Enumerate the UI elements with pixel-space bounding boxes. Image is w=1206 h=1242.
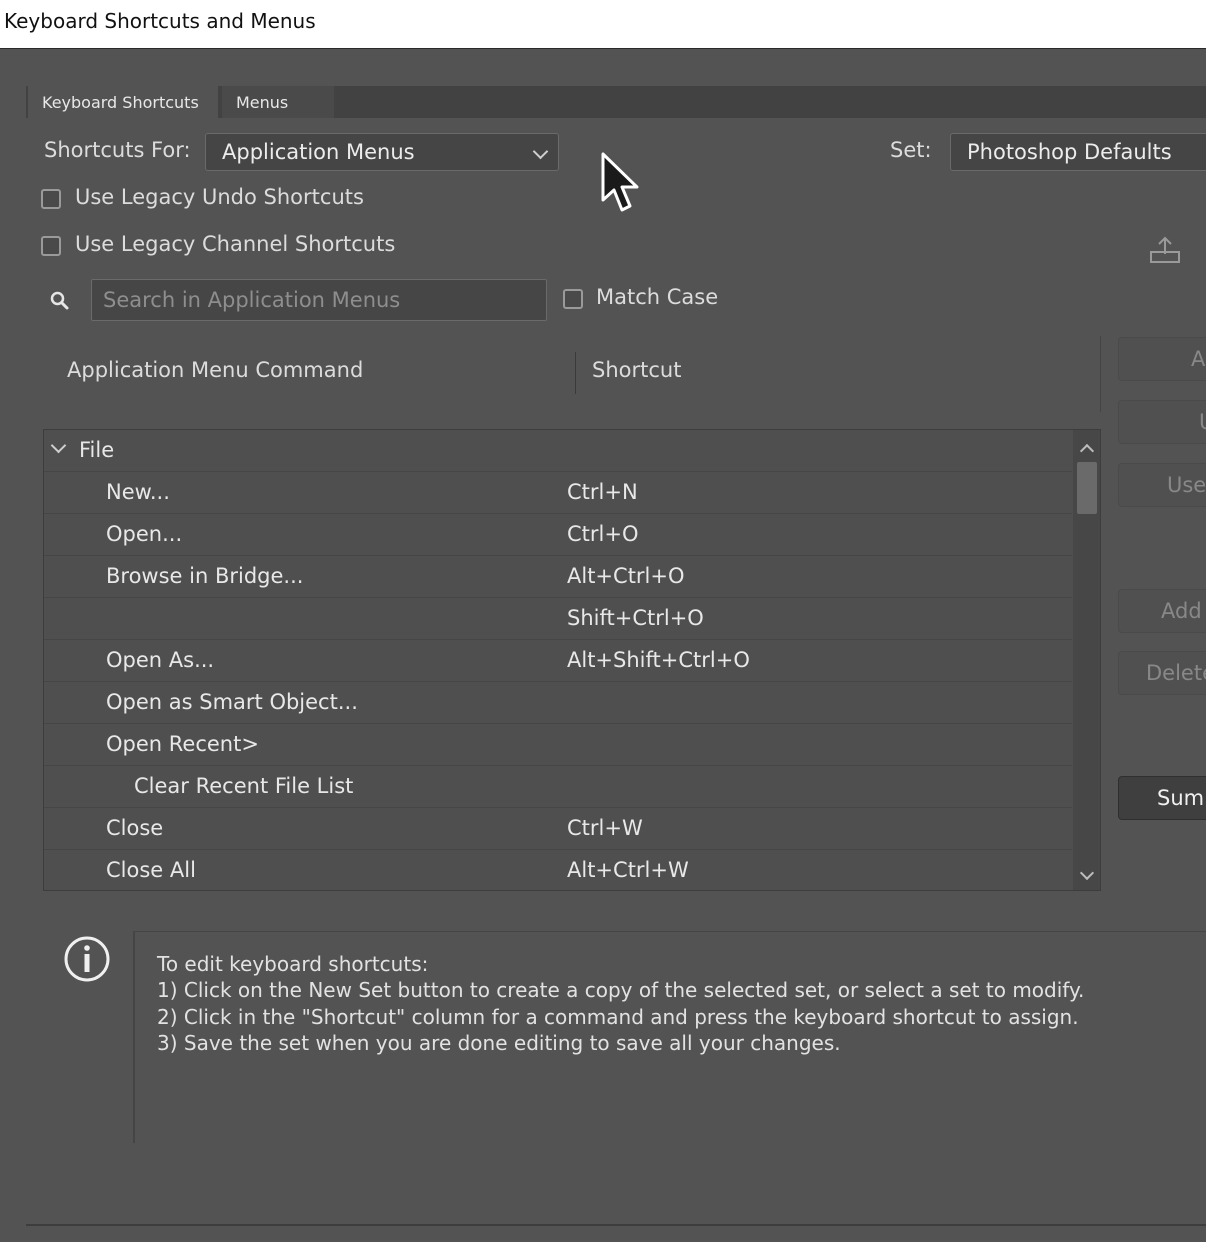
shortcut-cell[interactable]: Alt+Shift+Ctrl+O [567,648,750,672]
shortcuts-table: File New... Ctrl+N Open... Ctrl+O Browse… [43,429,1101,891]
scroll-down-arrow-icon[interactable] [1079,865,1095,881]
legacy-channel-checkbox[interactable] [41,236,61,256]
shortcuts-for-label: Shortcuts For: [44,138,191,162]
expand-arrow-icon[interactable] [50,437,67,454]
set-value: Photoshop Defaults [967,140,1172,164]
info-step-3: 3) Save the set when you are done editin… [157,1031,841,1055]
table-row[interactable]: Open... Ctrl+O [44,514,1072,556]
table-row[interactable]: Open As... Alt+Shift+Ctrl+O [44,640,1072,682]
scrollbar-thumb[interactable] [1077,462,1097,514]
legacy-undo-checkbox[interactable] [41,189,61,209]
group-row-file[interactable]: File [44,430,1072,472]
info-panel: To edit keyboard shortcuts: 1) Click on … [133,931,1206,1143]
match-case-checkbox[interactable] [563,289,583,309]
shortcuts-for-value: Application Menus [222,140,415,164]
use-default-button[interactable]: Use [1118,463,1206,507]
window-title: Keyboard Shortcuts and Menus [4,9,316,33]
command-cell: Open As... [106,648,215,672]
vertical-scrollbar[interactable] [1073,430,1100,890]
table-row[interactable]: Shift+Ctrl+O [44,598,1072,640]
table-row[interactable]: Close All Alt+Ctrl+W [44,850,1072,890]
table-row[interactable]: Browse in Bridge... Alt+Ctrl+O [44,556,1072,598]
command-cell: Clear Recent File List [134,774,354,798]
command-cell: Browse in Bridge... [106,564,304,588]
panel-divider [1100,336,1101,412]
legacy-undo-label: Use Legacy Undo Shortcuts [75,185,364,209]
add-shortcut-button[interactable]: Add [1118,589,1206,633]
tab-menus[interactable]: Menus [222,86,334,118]
table-row[interactable]: Clear Recent File List [44,766,1072,808]
shortcut-cell[interactable]: Ctrl+O [567,522,639,546]
search-input[interactable] [91,279,547,321]
shortcut-cell[interactable]: Ctrl+N [567,480,638,504]
command-cell: Open as Smart Object... [106,690,358,714]
column-divider[interactable] [575,352,576,394]
undo-button[interactable]: U [1118,400,1206,444]
summarize-button[interactable]: Summ [1118,776,1206,820]
shortcut-cell[interactable]: Alt+Ctrl+O [567,564,685,588]
table-row[interactable]: Close Ctrl+W [44,808,1072,850]
info-step-2: 2) Click in the "Shortcut" column for a … [157,1005,1079,1029]
scroll-up-arrow-icon[interactable] [1079,443,1095,459]
set-dropdown[interactable]: Photoshop Defaults [950,133,1206,171]
info-step-1: 1) Click on the New Set button to create… [157,978,1085,1002]
mouse-pointer-icon [601,152,639,212]
column-header-shortcut[interactable]: Shortcut [592,358,681,382]
table-row[interactable]: Open as Smart Object... [44,682,1072,724]
bottom-divider [26,1224,1206,1226]
export-icon[interactable] [1148,235,1182,265]
chevron-down-icon [532,143,549,160]
shortcuts-for-dropdown[interactable]: Application Menus [205,133,559,171]
group-label: File [79,438,115,462]
search-icon [50,291,69,310]
command-cell: Open... [106,522,183,546]
tab-keyboard-shortcuts[interactable]: Keyboard Shortcuts [28,86,218,118]
tab-bar: Keyboard Shortcuts Menus [26,86,1206,118]
accept-button[interactable]: A [1118,337,1206,381]
shortcut-cell[interactable]: Alt+Ctrl+W [567,858,689,882]
table-row[interactable]: Open Recent> [44,724,1072,766]
legacy-channel-label: Use Legacy Channel Shortcuts [75,232,396,256]
title-bar: Keyboard Shortcuts and Menus [0,0,1206,49]
info-icon [64,936,110,982]
info-heading: To edit keyboard shortcuts: [157,952,429,976]
shortcut-cell[interactable]: Ctrl+W [567,816,643,840]
set-label: Set: [890,138,932,162]
command-cell: New... [106,480,170,504]
command-cell: Close [106,816,164,840]
match-case-label: Match Case [596,285,719,309]
column-header-command[interactable]: Application Menu Command [67,358,363,382]
table-row[interactable]: New... Ctrl+N [44,472,1072,514]
command-cell: Close All [106,858,196,882]
delete-shortcut-button[interactable]: Delete [1118,651,1206,695]
shortcut-cell[interactable]: Shift+Ctrl+O [567,606,704,630]
command-cell: Open Recent> [106,732,259,756]
